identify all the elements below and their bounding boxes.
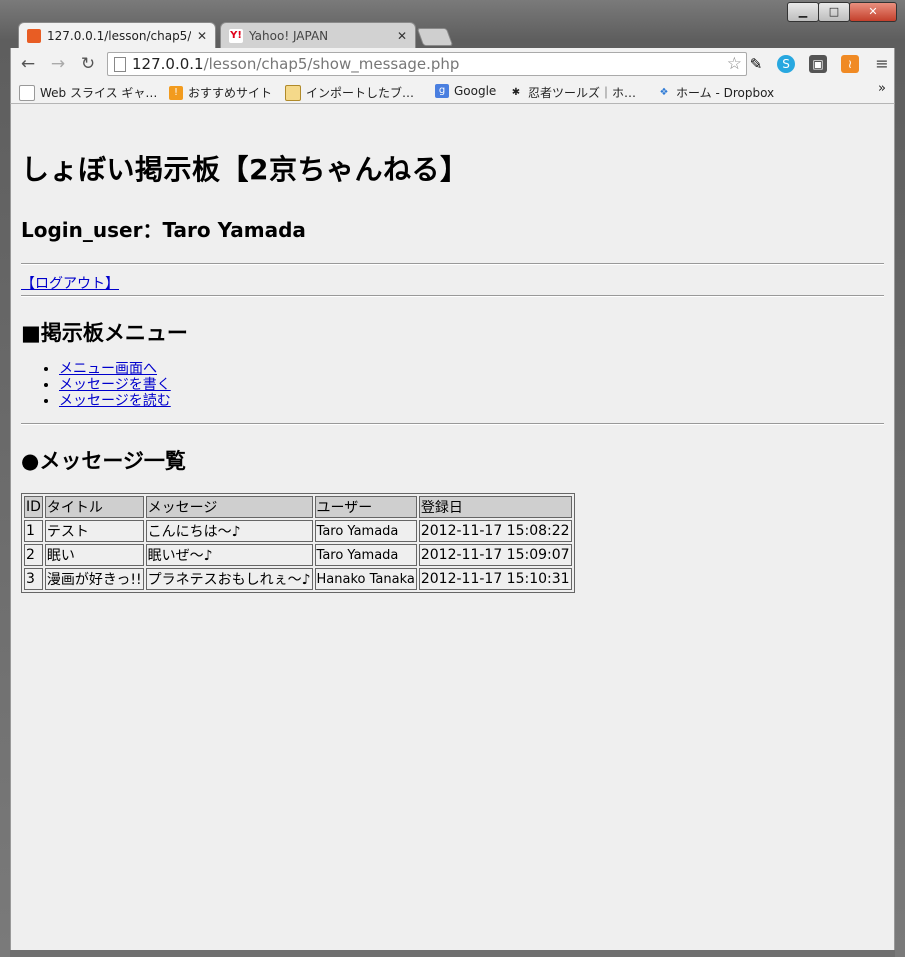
list-item: メッセージを書く [59,377,884,393]
ninja-icon: ✱ [511,86,521,98]
cell-user: Taro Yamada [314,544,417,566]
window-controls: ▁ □ ✕ [787,2,897,22]
column-header-user: ユーザー [314,496,417,518]
message-list-heading: ●メッセージ一覧 [21,449,186,473]
cell-date: 2012-11-17 15:10:31 [418,568,572,590]
cell-id: 1 [24,520,43,542]
tab-local-lesson[interactable]: 127.0.0.1/lesson/chap5/ ✕ [18,22,216,48]
close-window-button[interactable]: ✕ [849,2,897,22]
tab-yahoo[interactable]: Y! Yahoo! JAPAN ✕ [220,22,416,48]
browser-window: ▁ □ ✕ 127.0.0.1/lesson/chap5/ ✕ Y! Yahoo… [0,0,905,957]
menu-link-read[interactable]: メッセージを読む [59,393,171,409]
list-item: メニュー画面へ [59,361,884,377]
eyedropper-icon[interactable]: ✎ [747,55,765,73]
table-row: 2 眠い 眠いぜ～♪ Taro Yamada 2012-11-17 15:09:… [24,544,572,566]
login-user: Login_user：Taro Yamada [21,218,306,242]
menu-icon[interactable]: ≡ [873,55,891,73]
skype-icon[interactable]: S [777,55,795,73]
forward-arrow-icon[interactable]: → [47,54,69,74]
close-tab-icon[interactable]: ✕ [397,24,407,48]
bookmark-google[interactable]: g Google [435,84,496,98]
extension-icon[interactable]: ▣ [809,55,827,73]
menu-link-home[interactable]: メニュー画面へ [59,361,157,377]
page-icon [19,84,35,101]
browser-toolbar: ← → ↻ 127.0.0.1/lesson/chap5/show_messag… [10,48,895,80]
window-bottom-border [10,950,895,957]
close-tab-icon[interactable]: ✕ [197,24,207,48]
tab-title: 127.0.0.1/lesson/chap5/ [47,28,191,43]
back-arrow-icon[interactable]: ← [17,54,39,74]
rss-icon[interactable]: ≀ [841,55,859,73]
tab-title: Yahoo! JAPAN [249,28,329,43]
table-row: 1 テスト こんにちは～♪ Taro Yamada 2012-11-17 15:… [24,520,572,542]
cell-title: 漫画が好きっ!! [44,568,144,590]
page-title: しょぼい掲示板【2京ちゃんねる】 [21,153,469,186]
new-tab-button[interactable] [416,28,454,46]
table-header-row: ID タイトル メッセージ ユーザー 登録日 [24,496,572,518]
dropbox-icon: ❖ [659,86,669,98]
cell-date: 2012-11-17 15:09:07 [418,544,572,566]
cell-title: テスト [44,520,144,542]
divider [21,263,884,265]
cell-user: Hanako Tanaka [314,568,417,590]
cell-id: 2 [24,544,43,566]
cell-message: こんにちは～♪ [145,520,313,542]
bookmark-web-slice[interactable]: Web スライス ギャ… [19,84,157,101]
bookmark-star-icon[interactable]: ☆ [727,53,742,75]
bookmark-imported[interactable]: インポートしたブ… [285,84,414,101]
page-icon [114,57,126,72]
yahoo-favicon-icon: Y! [229,28,243,43]
xampp-favicon-icon [27,28,41,43]
menu-heading: ■掲示板メニュー [21,321,188,345]
divider [21,295,884,297]
cell-message: 眠いぜ～♪ [145,544,313,566]
bookmarks-overflow-icon[interactable]: » [878,81,886,96]
address-bar[interactable]: 127.0.0.1/lesson/chap5/show_message.php … [107,52,747,76]
cell-title: 眠い [44,544,144,566]
column-header-date: 登録日 [418,496,572,518]
bookmarks-bar: Web スライス ギャ… ! おすすめサイト インポートしたブ… g Googl… [10,80,895,104]
message-table: ID タイトル メッセージ ユーザー 登録日 1 テスト こんにちは～♪ Tar… [21,493,575,593]
tab-strip: 127.0.0.1/lesson/chap5/ ✕ Y! Yahoo! JAPA… [10,22,895,48]
bookmark-icon: ! [169,85,183,100]
column-header-id: ID [24,496,43,518]
menu-list: メニュー画面へ メッセージを書く メッセージを読む [21,361,884,409]
reload-icon[interactable]: ↻ [77,54,99,74]
list-item: メッセージを読む [59,393,884,409]
bookmark-recommended[interactable]: ! おすすめサイト [169,84,272,101]
bookmark-ninja[interactable]: ✱ 忍者ツールズ｜ホ… [509,84,636,101]
column-header-message: メッセージ [145,496,313,518]
cell-user: Taro Yamada [314,520,417,542]
folder-icon [285,84,301,101]
cell-id: 3 [24,568,43,590]
table-row: 3 漫画が好きっ!! プラネテスおもしれぇ～♪ Hanako Tanaka 20… [24,568,572,590]
menu-link-write[interactable]: メッセージを書く [59,377,171,393]
address-url: 127.0.0.1/lesson/chap5/show_message.php [132,55,460,73]
cell-message: プラネテスおもしれぇ～♪ [145,568,313,590]
google-icon: g [435,84,449,98]
column-header-title: タイトル [44,496,144,518]
minimize-button[interactable]: ▁ [787,2,819,22]
page-content: しょぼい掲示板【2京ちゃんねる】 Login_user：Taro Yamada … [10,104,895,950]
logout-link[interactable]: 【ログアウト】 [21,273,884,293]
divider [21,423,884,425]
bookmark-dropbox[interactable]: ❖ ホーム - Dropbox [657,84,775,101]
cell-date: 2012-11-17 15:08:22 [418,520,572,542]
maximize-button[interactable]: □ [818,2,850,22]
